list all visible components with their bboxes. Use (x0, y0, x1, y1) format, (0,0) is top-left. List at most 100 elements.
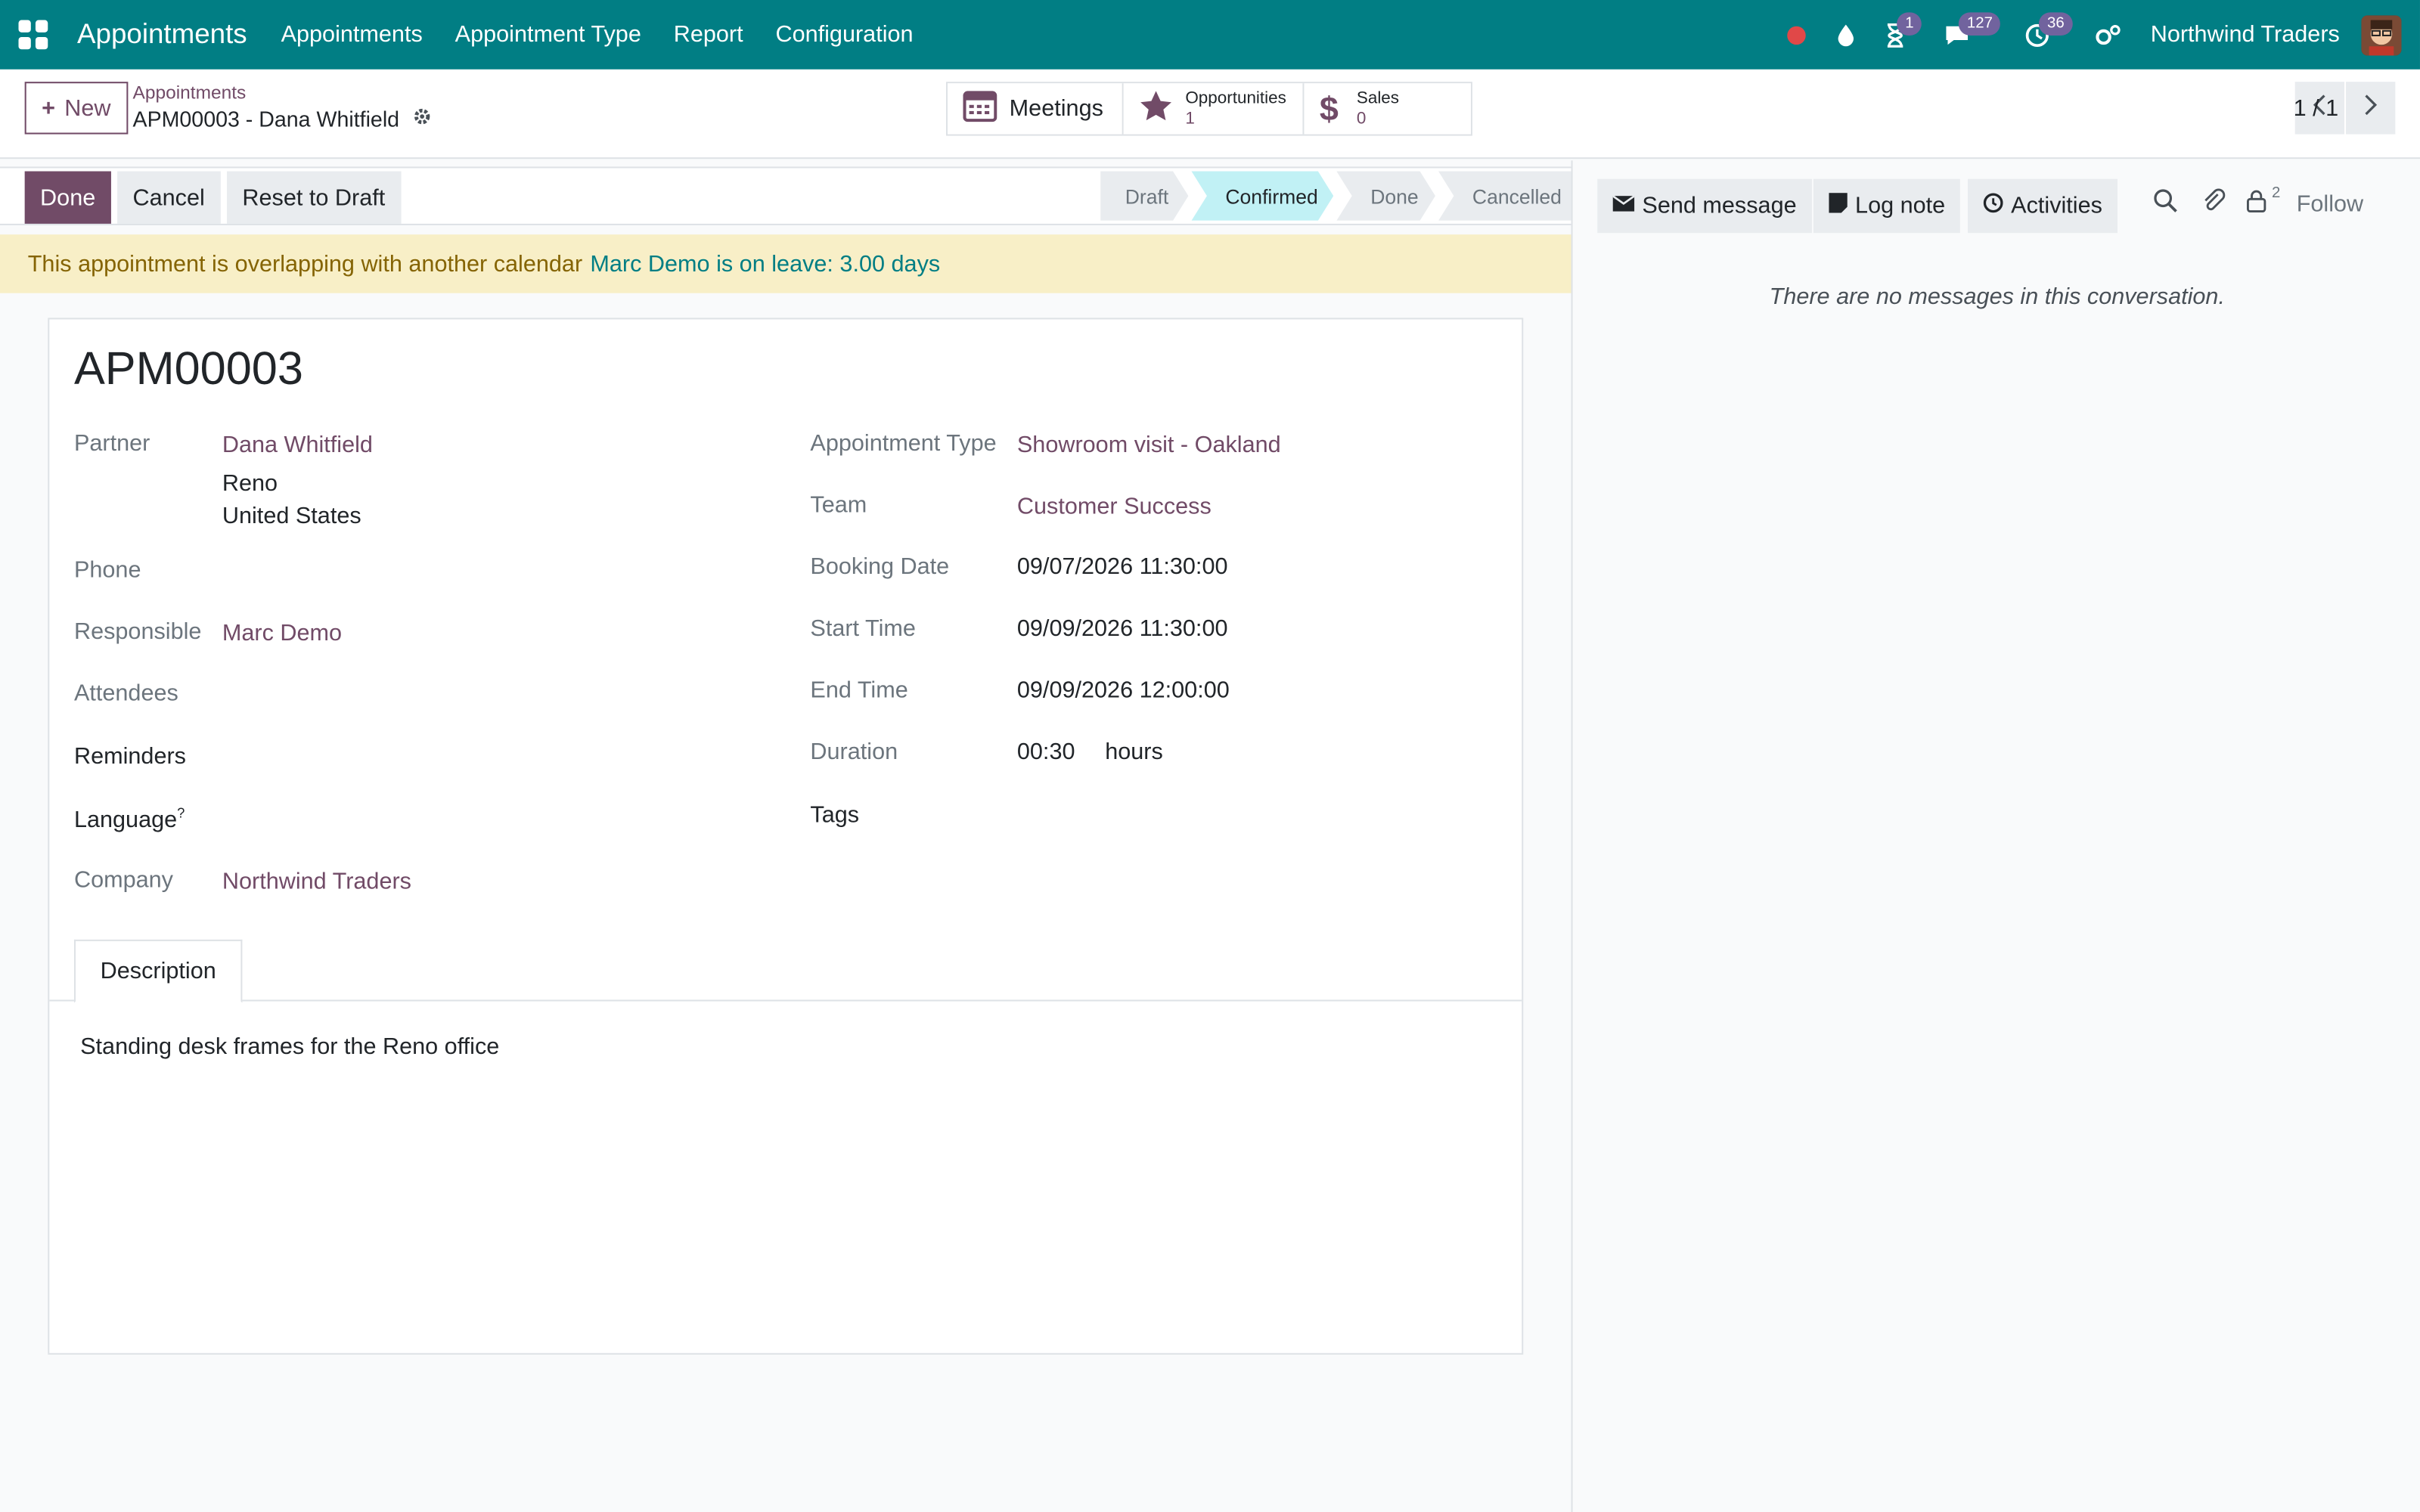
stage-cancelled[interactable]: Cancelled (1438, 171, 1571, 221)
empty-conversation-message: There are no messages in this conversati… (1769, 284, 2225, 311)
warning-text: This appointment is overlapping with ano… (27, 250, 583, 277)
language-label: Language? (74, 805, 185, 833)
appointment-type-field[interactable]: Showroom visit - Oakland (1017, 432, 1281, 458)
overlap-warning: This appointment is overlapping with ano… (0, 234, 1571, 293)
leave-link[interactable]: Marc Demo is on leave: 3.00 days (590, 251, 940, 277)
activity-badge: 1 (1897, 11, 1922, 35)
stage-pipeline: Draft Confirmed Done Cancelled (1097, 171, 1571, 221)
sales-count: 0 (1356, 108, 1367, 128)
menu-appointment-type[interactable]: Appointment Type (455, 22, 641, 48)
status-bar: Done Cancel Reset to Draft Draft Confirm… (0, 166, 1571, 225)
menu-appointments[interactable]: Appointments (281, 22, 423, 48)
star-icon (1139, 89, 1173, 128)
droplet-icon[interactable] (1823, 11, 1869, 57)
breadcrumb-parent[interactable]: Appointments (133, 82, 432, 104)
language-label-text: Language (73, 807, 178, 834)
start-time-field[interactable]: 09/09/2026 11:30:00 (1017, 615, 1228, 642)
done-button[interactable]: Done (24, 171, 111, 224)
phone-label: Phone (73, 556, 141, 584)
sales-smart-button[interactable]: $ Sales 0 (1304, 83, 1471, 135)
breadcrumb: Appointments APM00003 - Dana Whitfield (133, 82, 432, 131)
paperclip-icon[interactable] (2201, 188, 2226, 221)
activities-label: Activities (2011, 193, 2102, 219)
booking-date-label: Booking Date (810, 553, 950, 581)
sales-label: Sales (1356, 88, 1400, 107)
pager: 1 / 1 (2294, 82, 2396, 135)
chatter-panel: Send message Log note Activities 2 Follo… (1571, 160, 2420, 1512)
duration-label: Duration (810, 739, 898, 766)
end-time-label: End Time (810, 677, 908, 704)
control-panel: + New Appointments APM00003 - Dana Whitf… (0, 69, 2420, 160)
record-name: APM00003 (73, 344, 303, 395)
search-icon[interactable] (2153, 188, 2178, 221)
new-button-label: New (64, 94, 111, 122)
menu-configuration[interactable]: Configuration (775, 22, 913, 48)
breadcrumb-current: APM00003 - Dana Whitfield (132, 106, 400, 132)
meetings-label: Meetings (1009, 95, 1103, 122)
timer-badge: 36 (2039, 11, 2072, 35)
team-field[interactable]: Customer Success (1017, 494, 1212, 520)
form-sheet: APM00003 Partner Dana Whitfield Reno Uni… (48, 318, 1524, 1355)
duration-field[interactable]: 00:30 (1017, 739, 1075, 766)
appointment-type-label: Appointment Type (810, 430, 997, 457)
stage-confirmed[interactable]: Confirmed (1191, 172, 1333, 221)
pager-value[interactable]: 1 / 1 (2294, 95, 2339, 122)
duration-unit: hours (1105, 739, 1163, 766)
partner-city: Reno (222, 470, 278, 497)
dollar-icon: $ (1319, 88, 1339, 128)
partner-label: Partner (73, 430, 150, 457)
partner-field[interactable]: Dana Whitfield (222, 432, 373, 458)
stage-done[interactable]: Done (1336, 172, 1435, 221)
attendees-label: Attendees (73, 680, 178, 707)
tags-label: Tags (810, 802, 860, 829)
app-brand[interactable]: Appointments (77, 18, 247, 51)
chevron-right-icon (2363, 93, 2378, 122)
gear-icon[interactable] (411, 107, 432, 132)
messages-badge: 127 (1959, 11, 2001, 35)
followers-lock-icon[interactable] (2245, 188, 2267, 221)
clock-icon[interactable]: 36 (2015, 11, 2072, 57)
responsible-field[interactable]: Marc Demo (222, 620, 342, 646)
responsible-label: Responsible (73, 618, 202, 646)
envelope-icon (1612, 193, 1635, 219)
recording-dot-icon[interactable] (1774, 11, 1820, 57)
booking-date-field[interactable]: 09/07/2026 11:30:00 (1017, 554, 1228, 581)
opportunities-count: 1 (1185, 108, 1195, 128)
follow-button[interactable]: Follow (2297, 191, 2363, 218)
notebook-tabs: Description (49, 939, 1522, 1003)
stage-draft[interactable]: Draft (1100, 172, 1188, 221)
team-label: Team (810, 492, 867, 519)
smart-buttons: Meetings Opportunities 1 $ Sales 0 (946, 82, 1472, 136)
send-message-button[interactable]: Send message (1597, 178, 1813, 234)
company-switcher[interactable]: Northwind Traders (2151, 22, 2340, 48)
menu-report[interactable]: Report (674, 22, 743, 48)
cancel-button[interactable]: Cancel (117, 171, 221, 224)
clock-icon (1983, 193, 2003, 219)
plus-icon: + (42, 94, 55, 122)
log-note-button[interactable]: Log note (1813, 178, 1961, 234)
partner-country: United States (222, 503, 361, 529)
calendar-icon (963, 88, 997, 129)
meetings-smart-button[interactable]: Meetings (948, 83, 1124, 135)
chat-icon[interactable]: 127 (1934, 11, 2001, 57)
language-help-icon[interactable]: ? (177, 805, 185, 820)
tab-description[interactable]: Description (73, 939, 243, 1003)
description-text[interactable]: Standing desk frames for the Reno office (80, 1033, 499, 1060)
company-field[interactable]: Northwind Traders (222, 869, 411, 895)
hourglass-icon[interactable]: 1 (1872, 11, 1922, 57)
opportunities-label: Opportunities (1185, 88, 1286, 107)
activities-button[interactable]: Activities (1968, 178, 2118, 234)
log-note-label: Log note (1855, 193, 1946, 219)
pager-next-button[interactable] (2346, 82, 2396, 135)
new-button[interactable]: + New (24, 82, 128, 135)
send-message-label: Send message (1642, 193, 1797, 219)
opportunities-smart-button[interactable]: Opportunities 1 (1123, 83, 1305, 135)
settings-gears-icon[interactable] (2086, 11, 2132, 57)
company-label: Company (73, 866, 173, 894)
start-time-label: Start Time (810, 615, 916, 642)
apps-menu-icon[interactable] (18, 17, 52, 51)
user-avatar[interactable] (2361, 14, 2402, 55)
reset-to-draft-button[interactable]: Reset to Draft (226, 171, 401, 224)
end-time-field[interactable]: 09/09/2026 12:00:00 (1017, 677, 1230, 704)
followers-count: 2 (2272, 184, 2281, 203)
